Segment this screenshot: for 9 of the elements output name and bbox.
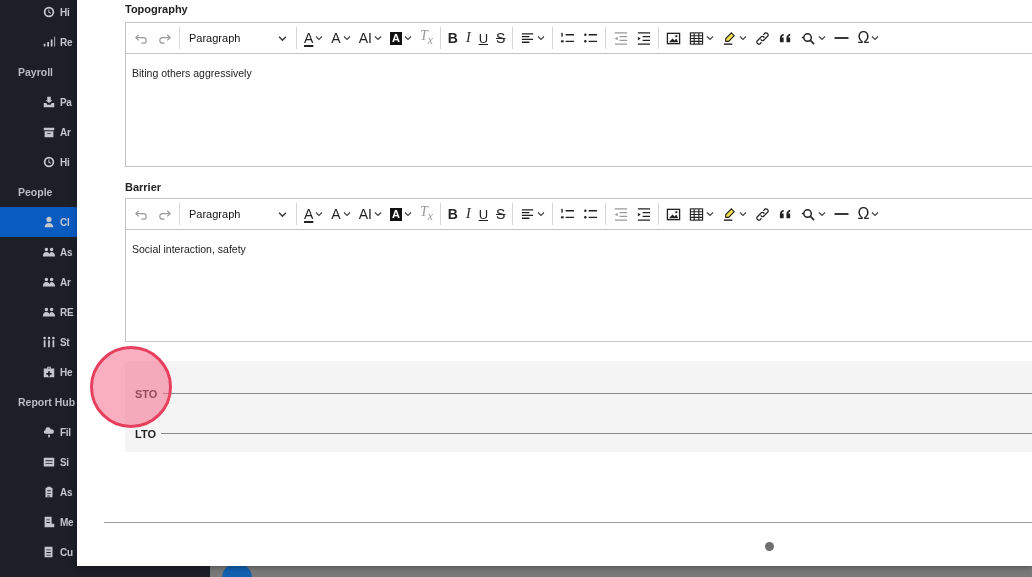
- editor-text: Social interaction, safety: [132, 243, 246, 255]
- sidebar-section-title: Payroll: [18, 66, 54, 78]
- field-label: Topography: [125, 2, 189, 17]
- sidebar-section-title: People: [18, 186, 53, 198]
- field-label: Barrier: [125, 180, 163, 195]
- editor-text: Biting others aggressively: [132, 67, 252, 79]
- goal-label: LTO: [134, 427, 157, 440]
- goal-label: STO: [134, 387, 159, 400]
- sidebar-section-title: Report Hub: [18, 396, 76, 408]
